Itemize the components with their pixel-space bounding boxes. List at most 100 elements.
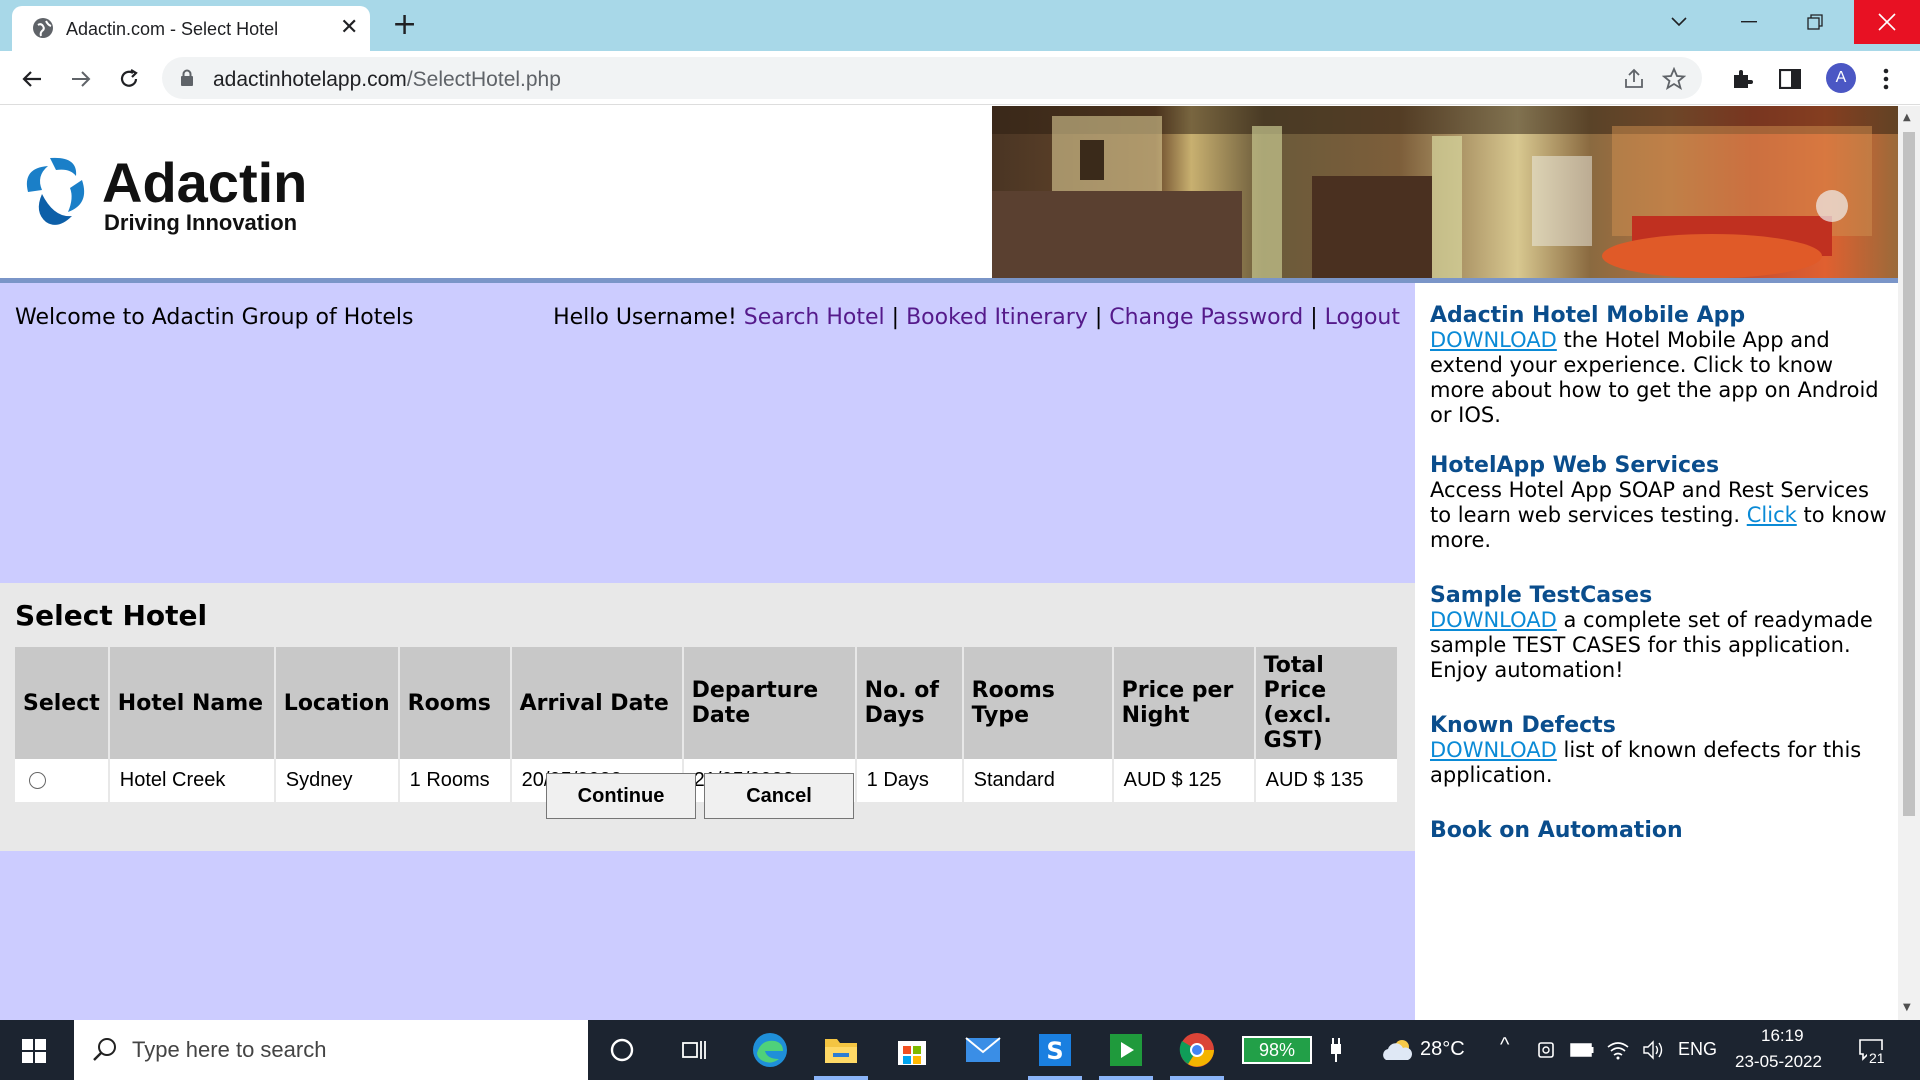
- web-services-title[interactable]: HotelApp Web Services: [1430, 453, 1890, 478]
- back-icon[interactable]: [18, 65, 46, 93]
- active-app-indicator: [1099, 1076, 1153, 1080]
- continue-button[interactable]: Continue: [546, 773, 696, 819]
- booked-itinerary-link[interactable]: Booked Itinerary: [906, 305, 1088, 330]
- svg-text:Driving Innovation: Driving Innovation: [104, 210, 297, 235]
- adactin-logo: Adactin Driving Innovation: [26, 151, 307, 235]
- address-bar[interactable]: adactinhotelapp.com/SelectHotel.php: [162, 57, 1702, 99]
- mail-icon[interactable]: [963, 1030, 1003, 1070]
- browser-tab-bar: Adactin.com - Select Hotel ✕ +: [0, 0, 1920, 51]
- taskbar-search-box[interactable]: Type here to search: [74, 1020, 588, 1080]
- column-header-location: Location: [274, 647, 400, 759]
- battery-tray-icon[interactable]: [1562, 1030, 1602, 1070]
- menu-icon[interactable]: [1872, 65, 1900, 93]
- cancel-button[interactable]: Cancel: [704, 773, 854, 819]
- side-panel-icon[interactable]: [1776, 65, 1804, 93]
- wifi-icon[interactable]: [1598, 1030, 1638, 1070]
- app-s-icon[interactable]: S: [1035, 1030, 1075, 1070]
- location-cell: Sydney: [274, 759, 400, 804]
- extensions-icon[interactable]: [1728, 65, 1756, 93]
- lock-icon[interactable]: [180, 69, 194, 87]
- known-defects-title[interactable]: Known Defects: [1430, 713, 1890, 738]
- column-header-hotel-name: Hotel Name: [108, 647, 276, 759]
- taskbar-search-placeholder: Type here to search: [132, 1037, 327, 1062]
- task-view-icon[interactable]: [675, 1030, 715, 1070]
- chrome-icon[interactable]: [1177, 1030, 1217, 1070]
- hotel-select-radio[interactable]: [29, 772, 46, 790]
- reload-icon[interactable]: [115, 65, 143, 93]
- nav-separator: |: [1094, 305, 1103, 330]
- page-viewport: Adactin Driving Innovation Welcome to Ad: [0, 106, 1898, 1020]
- page-scrollbar[interactable]: ▲ ▼: [1898, 106, 1920, 1020]
- select-cell: [15, 759, 110, 804]
- profile-avatar[interactable]: A: [1826, 63, 1856, 93]
- cortana-icon[interactable]: [602, 1030, 642, 1070]
- meet-now-icon[interactable]: [1526, 1030, 1566, 1070]
- battery-indicator[interactable]: 98%: [1242, 1036, 1312, 1064]
- close-tab-icon[interactable]: ✕: [340, 16, 358, 40]
- weather-cloud-icon[interactable]: [1378, 1030, 1418, 1070]
- restore-icon[interactable]: [1782, 0, 1848, 44]
- search-icon: [93, 1038, 116, 1061]
- scroll-up-icon[interactable]: ▲: [1903, 112, 1911, 123]
- hotel-lobby-banner: [992, 106, 1898, 278]
- column-header-no-of-days: No. of Days: [855, 647, 964, 759]
- new-tab-icon[interactable]: +: [392, 9, 417, 41]
- tab-search-icon[interactable]: [1646, 0, 1712, 44]
- price-per-night-cell: AUD $ 125: [1112, 759, 1256, 804]
- book-on-automation-title[interactable]: Book on Automation: [1430, 818, 1890, 843]
- known-defects-block: Known Defects DOWNLOAD list of known def…: [1430, 713, 1890, 788]
- column-header-rooms-type: Rooms Type: [962, 647, 1114, 759]
- clock-date[interactable]: 23-05-2022: [1735, 1052, 1822, 1072]
- welcome-text: Welcome to Adactin Group of Hotels: [15, 305, 414, 330]
- active-app-indicator: [1170, 1076, 1224, 1080]
- share-icon[interactable]: [1622, 67, 1646, 91]
- book-on-automation-block: Book on Automation: [1430, 818, 1890, 843]
- column-header-total-price: Total Price (excl. GST): [1254, 647, 1400, 759]
- url-text[interactable]: adactinhotelapp.com/SelectHotel.php: [213, 68, 561, 92]
- nav-separator: |: [891, 305, 900, 330]
- right-sidebar: Adactin Hotel Mobile App DOWNLOAD the Ho…: [1415, 283, 1898, 1020]
- volume-icon[interactable]: [1634, 1030, 1674, 1070]
- edge-icon[interactable]: [750, 1030, 790, 1070]
- language-indicator[interactable]: ENG: [1678, 1039, 1717, 1060]
- rooms-cell: 1 Rooms: [398, 759, 512, 804]
- web-services-block: HotelApp Web Services Access Hotel App S…: [1430, 453, 1890, 553]
- site-header: Adactin Driving Innovation: [0, 106, 1898, 278]
- top-navigation: Hello Username! Search Hotel | Booked It…: [553, 305, 1400, 330]
- table-header-row: Select Hotel Name Location Rooms Arrival…: [15, 647, 1400, 759]
- column-header-rooms: Rooms: [398, 647, 512, 759]
- minimize-icon[interactable]: [1716, 0, 1782, 44]
- column-header-price-per-night: Price per Night: [1112, 647, 1256, 759]
- scroll-down-icon[interactable]: ▼: [1903, 1002, 1911, 1013]
- bookmark-star-icon[interactable]: [1662, 67, 1686, 91]
- logout-link[interactable]: Logout: [1325, 305, 1400, 330]
- close-window-icon[interactable]: [1854, 0, 1920, 44]
- hotel-name-cell: Hotel Creek: [108, 759, 276, 804]
- temperature-text[interactable]: 28°C: [1420, 1038, 1465, 1061]
- media-player-icon[interactable]: [1106, 1030, 1146, 1070]
- mobile-app-title[interactable]: Adactin Hotel Mobile App: [1430, 303, 1890, 328]
- search-hotel-link[interactable]: Search Hotel: [744, 305, 885, 330]
- change-password-link[interactable]: Change Password: [1109, 305, 1303, 330]
- file-explorer-icon[interactable]: [821, 1030, 861, 1070]
- web-services-click-link[interactable]: Click: [1747, 503, 1797, 527]
- windows-start-icon[interactable]: [22, 1039, 46, 1063]
- mobile-app-block: Adactin Hotel Mobile App DOWNLOAD the Ho…: [1430, 303, 1890, 428]
- forward-icon[interactable]: [67, 65, 95, 93]
- browser-toolbar: adactinhotelapp.com/SelectHotel.php: [0, 51, 1920, 105]
- sample-testcases-block: Sample TestCases DOWNLOAD a complete set…: [1430, 583, 1890, 683]
- scroll-thumb[interactable]: [1903, 132, 1915, 816]
- mobile-app-download-link[interactable]: DOWNLOAD: [1430, 328, 1557, 352]
- globe-icon: [33, 18, 53, 38]
- microsoft-store-icon[interactable]: [892, 1030, 932, 1070]
- sample-testcases-title[interactable]: Sample TestCases: [1430, 583, 1890, 608]
- defects-download-link[interactable]: DOWNLOAD: [1430, 738, 1557, 762]
- no-of-days-cell: 1 Days: [855, 759, 964, 804]
- clock-time[interactable]: 16:19: [1761, 1026, 1804, 1046]
- testcases-download-link[interactable]: DOWNLOAD: [1430, 608, 1557, 632]
- tab-title: Adactin.com - Select Hotel: [66, 19, 279, 39]
- main-content: Welcome to Adactin Group of Hotels Hello…: [0, 283, 1415, 1020]
- browser-tab[interactable]: Adactin.com - Select Hotel ✕: [12, 6, 370, 51]
- show-hidden-icons[interactable]: ^: [1500, 1034, 1509, 1057]
- svg-text:S: S: [1046, 1037, 1063, 1065]
